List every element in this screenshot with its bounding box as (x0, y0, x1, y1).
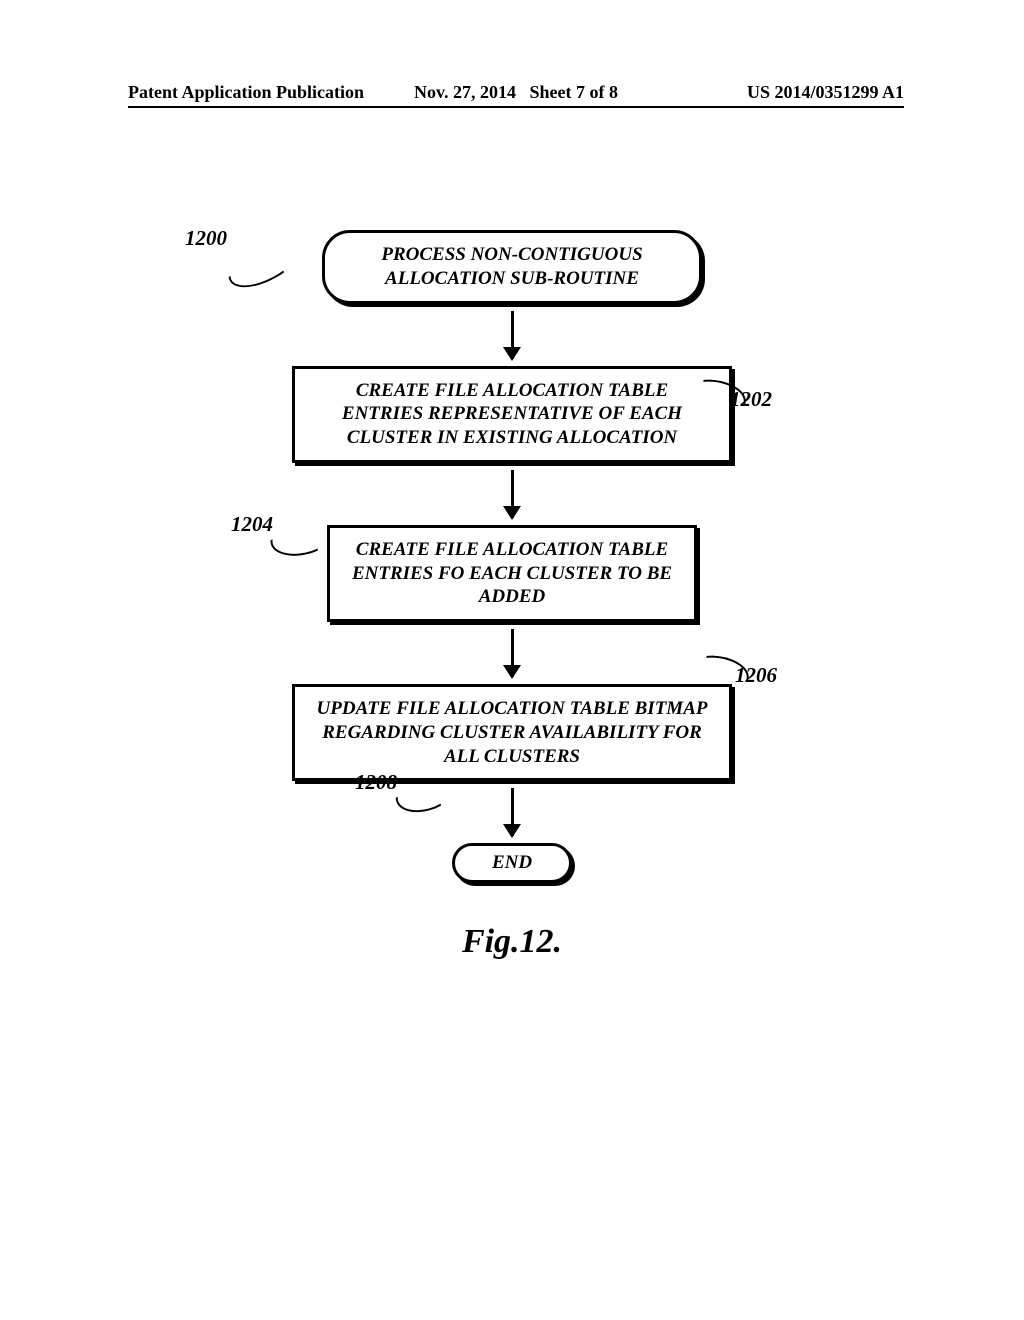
header-right: US 2014/0351299 A1 (645, 82, 904, 103)
page-header: Patent Application Publication Nov. 27, … (0, 82, 1024, 103)
arrow-3 (511, 622, 514, 684)
arrow-1 (511, 304, 514, 366)
header-sheet: Sheet 7 of 8 (530, 82, 619, 102)
process-step-3: UPDATE FILE ALLOCATION TABLE BITMAP REGA… (292, 684, 732, 781)
arrow-2 (511, 463, 514, 525)
figure-caption: Fig.12. (0, 923, 1024, 961)
reference-label-1204: 1204 (231, 512, 273, 537)
flowchart: PROCESS NON-CONTIGUOUS ALLOCATION SUB-RO… (0, 230, 1024, 883)
header-divider (128, 106, 904, 108)
reference-label-1200: 1200 (185, 226, 227, 251)
start-terminator: PROCESS NON-CONTIGUOUS ALLOCATION SUB-RO… (322, 230, 702, 304)
process-step-2: CREATE FILE ALLOCATION TABLE ENTRIES FO … (327, 525, 697, 622)
header-center: Nov. 27, 2014 Sheet 7 of 8 (387, 82, 646, 103)
header-left: Patent Application Publication (128, 82, 387, 103)
reference-label-1208: 1208 (355, 770, 397, 795)
arrow-4 (511, 781, 514, 843)
header-date: Nov. 27, 2014 (414, 82, 516, 102)
process-step-1: CREATE FILE ALLOCATION TABLE ENTRIES REP… (292, 366, 732, 463)
end-terminator: END (452, 843, 572, 883)
